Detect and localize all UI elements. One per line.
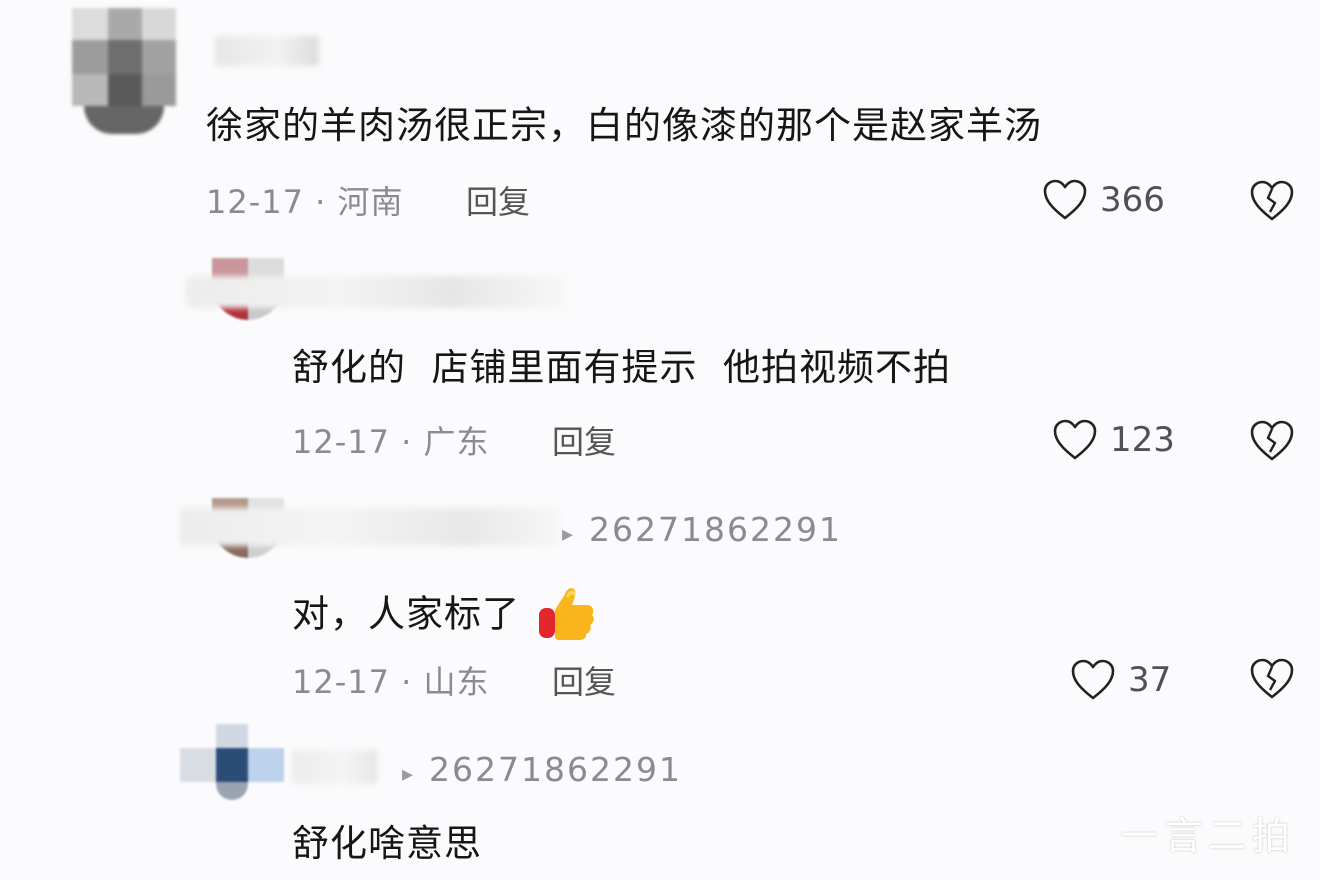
like-count: 123 xyxy=(1110,420,1175,460)
comment-text: 舒化啥意思 xyxy=(292,822,482,865)
comment-text-content: 对，人家标了 xyxy=(292,592,520,636)
username-blurred[interactable] xyxy=(292,750,378,784)
comment-date-location: 12-17 · 河南 xyxy=(206,183,404,221)
comment-date-location: 12-17 · 山东 xyxy=(292,663,490,701)
dislike-button[interactable] xyxy=(1249,658,1295,704)
thumbs-up-icon xyxy=(538,588,594,640)
reply-arrow-icon: ▸ xyxy=(402,762,416,787)
heart-icon xyxy=(1053,419,1097,460)
broken-heart-icon xyxy=(1250,420,1294,461)
like-button[interactable]: 123 xyxy=(1052,418,1175,462)
reply-to-username: 26271862291 xyxy=(429,750,682,789)
reply-arrow-icon: ▸ xyxy=(562,522,576,547)
broken-heart-icon xyxy=(1250,658,1294,699)
reply-to-user[interactable]: ▸ 26271862291 xyxy=(562,510,842,555)
comment-text: 徐家的羊肉汤很正宗，白的像漆的那个是赵家羊汤 xyxy=(206,104,1042,147)
username-blurred[interactable] xyxy=(215,36,319,66)
broken-heart-icon xyxy=(1250,180,1294,221)
reply-button[interactable]: 回复 xyxy=(552,662,616,702)
comment-text: 对，人家标了 xyxy=(292,586,599,646)
reply-button[interactable]: 回复 xyxy=(552,422,616,462)
heart-icon xyxy=(1071,659,1115,700)
avatar[interactable] xyxy=(180,724,284,800)
dislike-button[interactable] xyxy=(1249,180,1295,226)
like-count: 366 xyxy=(1100,180,1165,220)
reply-to-username: 26271862291 xyxy=(589,510,842,549)
like-count: 37 xyxy=(1128,660,1172,700)
dislike-button[interactable] xyxy=(1249,420,1295,466)
avatar[interactable] xyxy=(72,8,176,134)
heart-icon xyxy=(1043,179,1087,220)
username-blurred[interactable] xyxy=(180,508,560,546)
like-button[interactable]: 366 xyxy=(1042,178,1165,222)
reply-to-user[interactable]: ▸ 26271862291 xyxy=(402,750,682,795)
comment-date-location: 12-17 · 广东 xyxy=(292,423,490,461)
comment-text: 舒化的 店铺里面有提示 他拍视频不拍 xyxy=(292,346,952,389)
reply-button[interactable]: 回复 xyxy=(466,182,530,222)
like-button[interactable]: 37 xyxy=(1070,658,1171,702)
username-blurred[interactable] xyxy=(186,276,566,308)
watermark: 一言二拍 xyxy=(1119,814,1296,858)
